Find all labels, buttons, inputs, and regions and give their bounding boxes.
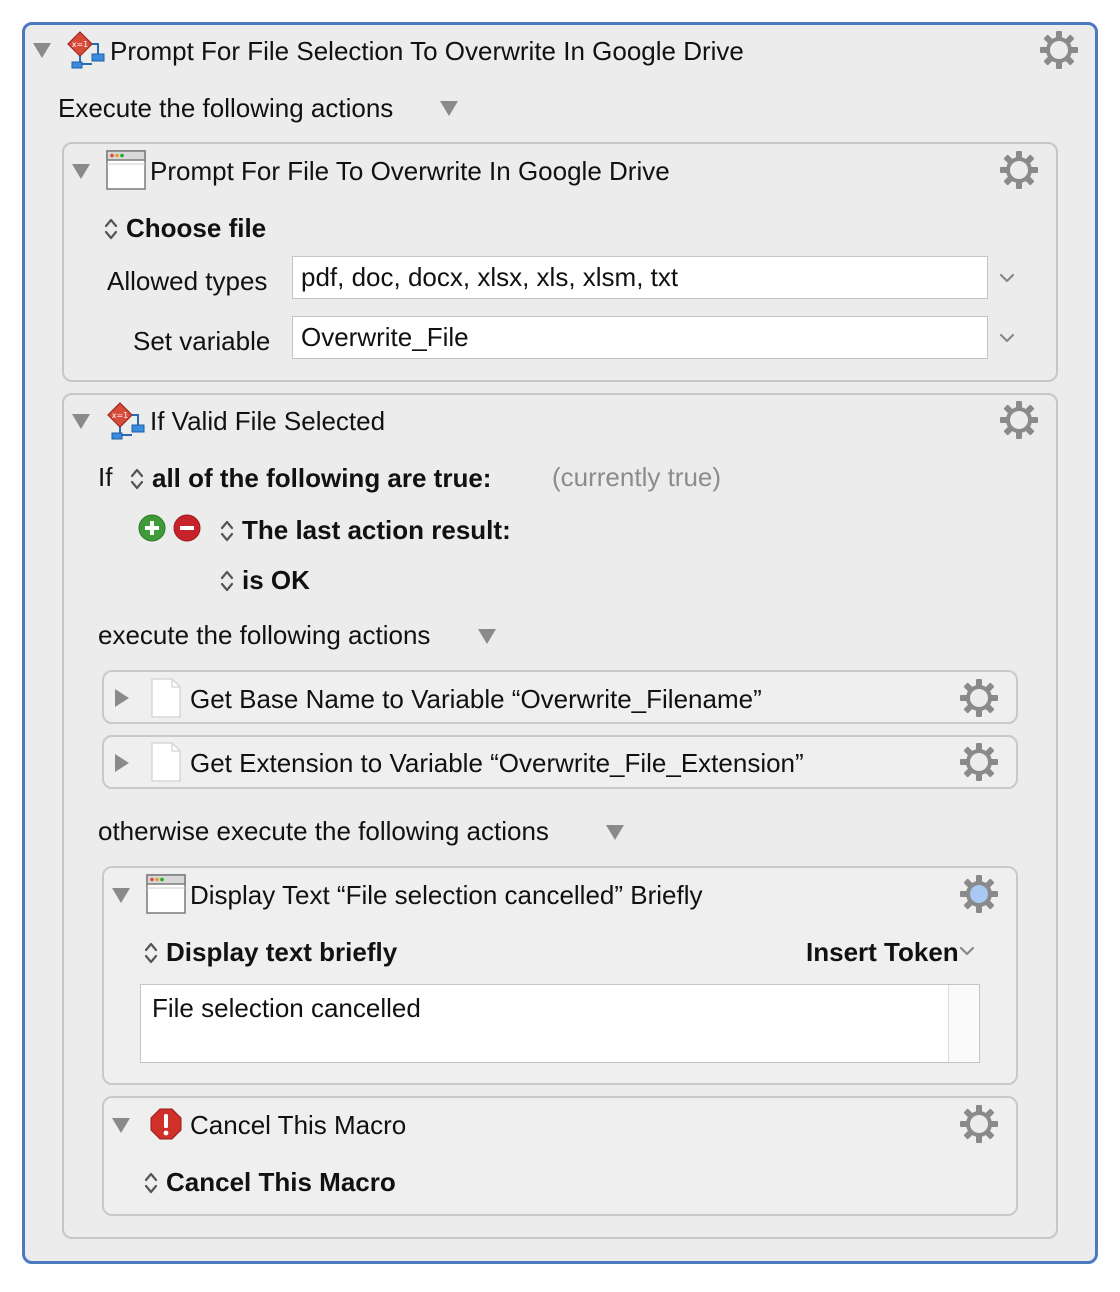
if-label: If [98,462,113,492]
condition-type-select[interactable]: The last action result: [242,515,511,545]
flow-control-icon [106,401,146,441]
set-variable-chevron-icon[interactable] [998,332,1016,344]
prompt-mode-stepper-icon[interactable] [104,216,118,242]
extension-disclosure-triangle[interactable] [115,754,129,772]
cancel-disclosure-triangle[interactable] [112,1118,130,1133]
cancel-action-title: Cancel This Macro [190,1110,407,1140]
cancel-mode-select[interactable]: Cancel This Macro [166,1167,396,1197]
then-menu-triangle[interactable] [478,629,496,644]
macro-title: Prompt For File Selection To Overwrite I… [110,36,744,66]
prompt-action-title: Prompt For File To Overwrite In Google D… [150,156,670,186]
insert-token-menu[interactable]: Insert Token [806,937,959,967]
display-disclosure-triangle[interactable] [112,888,130,903]
else-menu-triangle[interactable] [606,825,624,840]
allowed-types-label: Allowed types [107,266,268,296]
set-variable-field[interactable]: Overwrite_File [292,316,988,359]
condition-value-stepper-icon[interactable] [220,568,234,594]
display-gear-icon[interactable] [959,874,999,914]
condition-mode-stepper-icon[interactable] [130,466,144,492]
display-text-area[interactable]: File selection cancelled [140,984,980,1063]
macro-gear-icon[interactable] [1039,30,1079,70]
then-label: execute the following actions [98,620,431,650]
cancel-gear-icon[interactable] [959,1104,999,1144]
display-action-title: Display Text “File selection cancelled” … [190,880,703,910]
condition-mode-select[interactable]: all of the following are true: [152,463,491,493]
execute-label: Execute the following actions [58,93,394,123]
document-icon [150,742,182,782]
text-area-scrollbar[interactable] [948,985,979,1062]
if-disclosure-triangle[interactable] [72,414,90,429]
condition-value-select[interactable]: is OK [242,565,310,595]
window-icon [146,874,186,914]
window-icon [106,150,146,190]
prompt-disclosure-triangle[interactable] [72,164,90,179]
then-action-title: Get Base Name to Variable “Overwrite_Fil… [190,684,762,714]
then-action-title: Get Extension to Variable “Overwrite_Fil… [190,748,804,778]
if-action-title: If Valid File Selected [150,406,386,436]
allowed-types-chevron-icon[interactable] [998,272,1016,284]
base-name-disclosure-triangle[interactable] [115,689,129,707]
insert-token-chevron-icon[interactable] [958,945,976,957]
allowed-types-field[interactable]: pdf, doc, docx, xlsx, xls, xlsm, txt [292,256,988,299]
display-text-value: File selection cancelled [152,993,421,1023]
execute-menu-triangle[interactable] [440,101,458,116]
display-mode-stepper-icon[interactable] [144,940,158,966]
base-name-gear-icon[interactable] [959,678,999,718]
document-icon [150,678,182,718]
display-mode-select[interactable]: Display text briefly [166,937,397,967]
set-variable-label: Set variable [133,326,271,356]
condition-status: (currently true) [552,462,722,492]
flow-control-icon [66,30,106,70]
condition-type-stepper-icon[interactable] [220,518,234,544]
remove-condition-icon[interactable] [173,514,201,542]
extension-gear-icon[interactable] [959,742,999,782]
alert-stop-icon [150,1108,182,1140]
macro-disclosure-triangle[interactable] [33,43,51,58]
prompt-mode-select[interactable]: Choose file [126,213,266,243]
else-label: otherwise execute the following actions [98,816,549,846]
prompt-gear-icon[interactable] [999,150,1039,190]
if-gear-icon[interactable] [999,400,1039,440]
cancel-mode-stepper-icon[interactable] [144,1170,158,1196]
add-condition-icon[interactable] [138,514,166,542]
